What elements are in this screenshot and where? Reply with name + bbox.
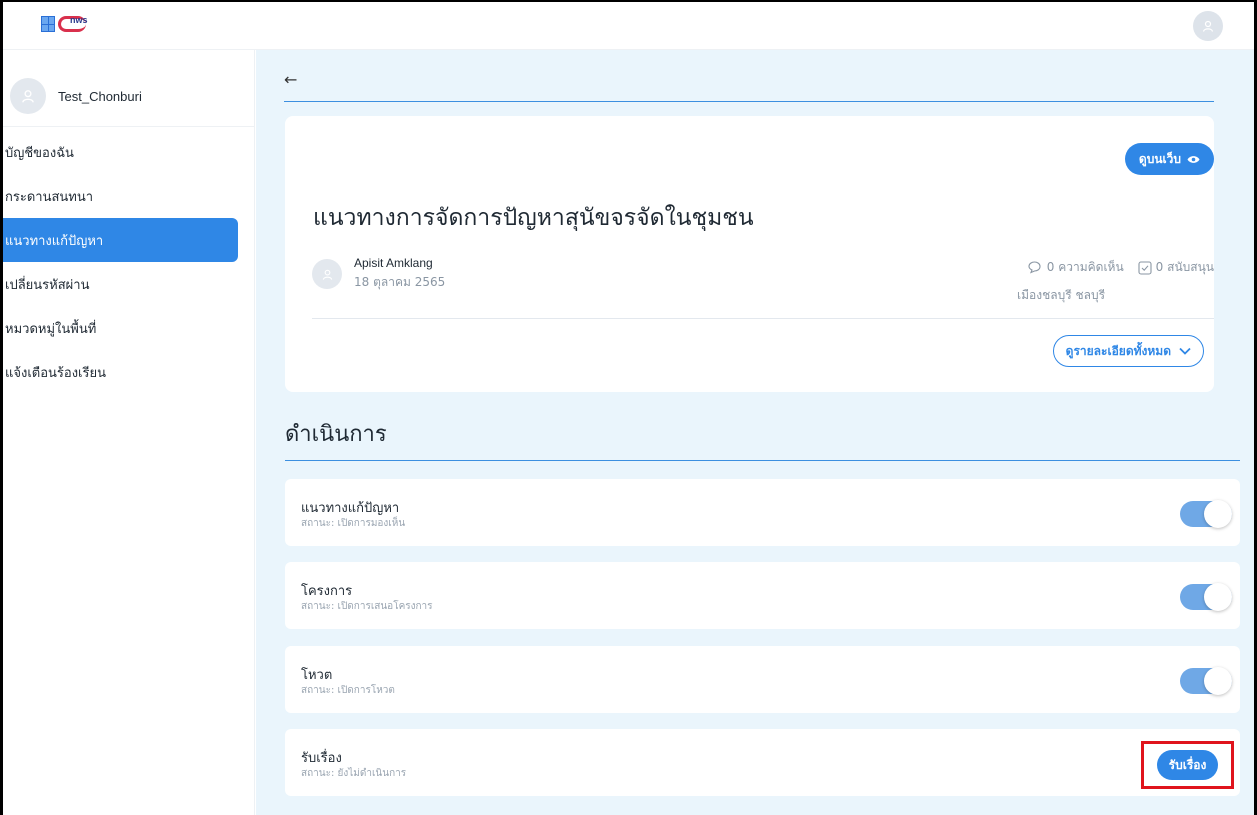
sidebar: Test_Chonburi บัญชีของฉัน กระดานสนทนา แน… — [3, 50, 255, 815]
action-name: รับเรื่อง — [301, 751, 342, 766]
comment-icon — [1028, 261, 1041, 274]
project-toggle[interactable] — [1180, 583, 1232, 611]
author-info: Apisit Amklang 18 ตุลาคม 2565 — [312, 256, 445, 292]
checkbox-icon — [1138, 260, 1152, 275]
action-name: แนวทางแก้ปัญหา — [301, 501, 400, 516]
user-icon — [1202, 20, 1214, 32]
author-avatar — [312, 259, 342, 289]
support-count-label: 0 สนับสนุน — [1155, 260, 1214, 274]
app-logo[interactable]: nws — [41, 15, 88, 32]
view-on-web-button[interactable]: ดูบนเว็บ — [1124, 143, 1214, 175]
user-icon — [22, 90, 34, 103]
toggle-knob — [1204, 583, 1232, 611]
chevron-down-icon — [1179, 347, 1191, 355]
action-status: สถานะ: เปิดการเสนอโครงการ — [301, 601, 433, 612]
back-row: ← — [284, 70, 1214, 102]
support-count: 0 สนับสนุน — [1138, 258, 1214, 277]
comment-count: 0 ความคิดเห็น — [1028, 258, 1124, 277]
sidebar-item-complaints[interactable]: แจ้งเตือนร้องเรียน — [3, 350, 238, 394]
sidebar-user[interactable]: Test_Chonburi — [10, 78, 142, 114]
toggle-knob — [1204, 667, 1232, 695]
action-status: สถานะ: เปิดการโหวต — [301, 685, 395, 696]
divider — [3, 126, 254, 127]
post-title: แนวทางการจัดการปัญหาสุนัขจรจัดในชุมชน — [313, 205, 754, 231]
visibility-toggle[interactable] — [1180, 500, 1232, 528]
view-on-web-label: ดูบนเว็บ — [1138, 151, 1181, 166]
action-card-vote: โหวต สถานะ: เปิดการโหวต — [285, 646, 1240, 713]
post-card: ดูบนเว็บ แนวทางการจัดการปัญหาสุนัขจรจัดใ… — [285, 116, 1214, 392]
sidebar-menu: บัญชีของฉัน กระดานสนทนา แนวทางแก้ปัญหา เ… — [3, 130, 238, 394]
view-all-details-button[interactable]: ดูรายละเอียดทั้งหมด — [1052, 335, 1204, 367]
action-card-project: โครงการ สถานะ: เปิดการเสนอโครงการ — [285, 562, 1240, 629]
section-divider — [285, 460, 1240, 461]
sidebar-item-discussion-board[interactable]: กระดานสนทนา — [3, 174, 238, 218]
action-status: สถานะ: ยังไม่ดำเนินการ — [301, 768, 407, 779]
eye-icon — [1187, 155, 1200, 163]
user-name: Test_Chonburi — [58, 88, 142, 104]
toggle-knob — [1204, 500, 1232, 528]
author-name: Apisit Amklang — [354, 256, 433, 270]
action-card-solution: แนวทางแก้ปัญหา สถานะ: เปิดการมองเห็น — [285, 479, 1240, 546]
logo-text: nws — [70, 15, 88, 25]
action-status: สถานะ: เปิดการมองเห็น — [301, 518, 406, 529]
avatar — [10, 78, 46, 114]
action-name: โหวต — [301, 668, 333, 683]
profile-avatar[interactable] — [1193, 11, 1223, 41]
section-title: ดำเนินการ — [285, 422, 387, 447]
back-arrow-icon[interactable]: ← — [284, 70, 297, 89]
post-location: เมืองชลบุรี ชลบุรี — [1017, 288, 1106, 302]
vote-toggle[interactable] — [1180, 667, 1232, 695]
view-all-details-label: ดูรายละเอียดทั้งหมด — [1065, 343, 1171, 358]
sidebar-item-local-categories[interactable]: หมวดหมู่ในพื้นที่ — [3, 306, 238, 350]
top-bar: nws — [3, 2, 1254, 50]
accept-case-button[interactable]: รับเรื่อง — [1156, 750, 1219, 780]
user-icon — [322, 269, 332, 280]
sidebar-item-change-password[interactable]: เปลี่ยนรหัสผ่าน — [3, 262, 238, 306]
action-card-accept: รับเรื่อง สถานะ: ยังไม่ดำเนินการ รับเรื่… — [285, 729, 1240, 796]
main-content: ← ดูบนเว็บ แนวทางการจัดการปัญหาสุนัขจรจั… — [256, 50, 1254, 815]
divider — [312, 318, 1214, 319]
undp-logo-icon — [41, 16, 55, 32]
post-stats: 0 ความคิดเห็น 0 สนับสนุน — [1028, 258, 1214, 277]
comment-count-label: 0 ความคิดเห็น — [1046, 260, 1124, 274]
post-date: 18 ตุลาคม 2565 — [354, 275, 446, 289]
sidebar-item-my-account[interactable]: บัญชีของฉัน — [3, 130, 238, 174]
sidebar-item-solutions[interactable]: แนวทางแก้ปัญหา — [3, 218, 238, 262]
brand-arc-icon: nws — [58, 15, 88, 32]
action-name: โครงการ — [301, 584, 353, 599]
highlight-box: รับเรื่อง — [1141, 741, 1234, 789]
